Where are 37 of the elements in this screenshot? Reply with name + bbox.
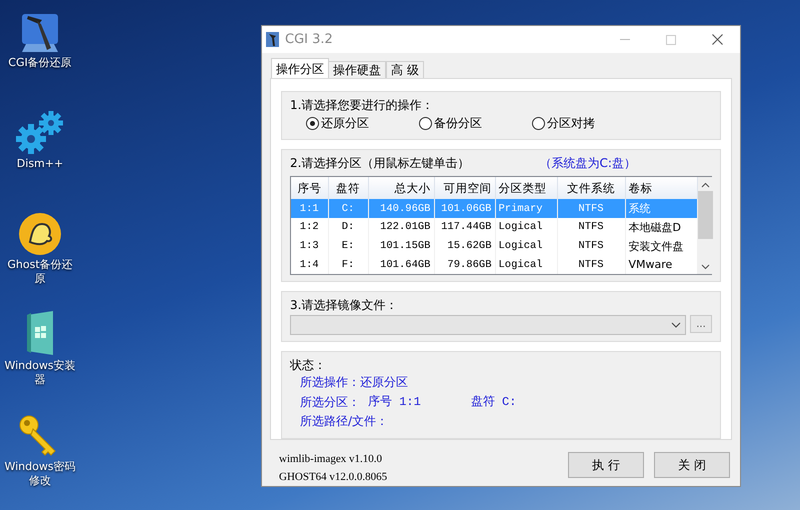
action-button[interactable]: 关 闭 [654, 452, 730, 478]
radio-label[interactable]: 备份分区 [434, 115, 482, 132]
group-title: 3.请选择镜像文件： [290, 297, 398, 314]
table-row[interactable]: 1:2 D: 122.01GB 117.44GB Logical NTFS 本地磁盘D [291, 218, 697, 237]
radio-label[interactable]: 分区对拷 [547, 115, 595, 132]
tab[interactable]: 操作硬盘 [328, 61, 386, 78]
window-title: CGI 3.2 [285, 32, 334, 47]
table-row[interactable]: 1:3 E: 101.15GB 15.62GB Logical NTFS 安装文件盘 [291, 236, 697, 256]
status-title: 状态： [290, 357, 327, 374]
group-title: 1.请选择您要进行的操作： [290, 97, 434, 113]
action-button[interactable]: 执 行 [568, 452, 644, 478]
column-header[interactable]: 总大小 [368, 177, 434, 200]
column-header[interactable]: 卷标 [625, 177, 697, 200]
status-text: 所选分区： [300, 394, 360, 411]
status-text: 盘符 C: [470, 394, 516, 411]
column-header[interactable]: 文件系统 [557, 177, 625, 200]
radio-label[interactable]: 还原分区 [321, 115, 369, 132]
version-text: GHOST64 v12.0.0.8065 [279, 470, 388, 485]
browse-button[interactable]: ... [690, 315, 712, 334]
column-header[interactable]: 分区类型 [495, 177, 557, 200]
column-header[interactable]: 序号 [291, 177, 328, 200]
desktop-icon-label[interactable]: Ghost备份还原 [3, 258, 77, 286]
status-text: 所选路径/文件： [300, 413, 388, 430]
system-disk-note: （系统盘为C:盘） [539, 155, 636, 172]
desktop-icon-label[interactable]: Windows密码修改 [3, 460, 77, 488]
status-text: 所选操作：还原分区 [300, 374, 408, 392]
desktop-icon-label[interactable]: CGI备份还原 [3, 56, 77, 70]
column-header[interactable]: 盘符 [328, 177, 368, 200]
version-text: wimlib-imagex v1.10.0 [279, 452, 383, 467]
tab[interactable]: 操作分区 [271, 58, 329, 78]
group-title: 2.请选择分区（用鼠标左键单击） [290, 155, 470, 172]
tab[interactable]: 高 级 [386, 61, 424, 78]
table-row[interactable]: 1:4 F: 101.64GB 79.86GB Logical NTFS VMware [291, 256, 697, 274]
status-text: 序号 1:1 [368, 394, 421, 411]
desktop-icon-label[interactable]: Windows安装器 [3, 359, 77, 387]
desktop-icon-label[interactable]: Dism++ [3, 157, 77, 171]
column-header[interactable]: 可用空间 [434, 177, 495, 200]
